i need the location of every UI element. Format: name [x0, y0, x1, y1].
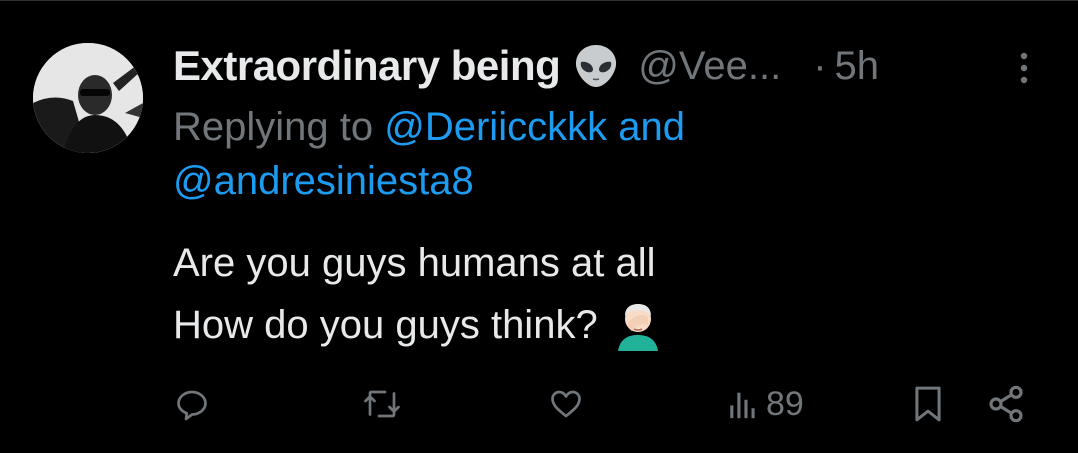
- mention-link[interactable]: @andresiniesta8: [173, 159, 474, 203]
- tweet-text-line-1: Are you guys humans at all: [173, 241, 656, 285]
- alien-emoji: [572, 42, 620, 90]
- display-name[interactable]: Extraordinary being: [173, 42, 561, 90]
- like-button[interactable]: [547, 374, 585, 434]
- retweet-icon: [364, 390, 400, 418]
- mention-and-link[interactable]: and: [618, 105, 685, 149]
- replying-to: Replying to @Deriicckkk and @andresinies…: [173, 100, 933, 208]
- man-facepalming-emoji: [612, 299, 664, 351]
- separator-dot: ·: [813, 43, 827, 88]
- user-handle[interactable]: @Vee...: [638, 44, 781, 89]
- top-divider: [0, 0, 1078, 1]
- timestamp[interactable]: 5h: [835, 44, 880, 89]
- share-button[interactable]: [986, 374, 1026, 434]
- views-icon: [730, 392, 755, 419]
- tweet-header: Extraordinary being @Vee... · 5h: [173, 40, 879, 92]
- more-options-icon[interactable]: [1011, 48, 1037, 88]
- mention-link[interactable]: @Deriicckkk: [384, 105, 607, 149]
- replying-prefix: Replying to: [173, 105, 374, 149]
- bookmark-button[interactable]: [911, 374, 945, 434]
- like-icon: [551, 390, 581, 418]
- views-count: 89: [766, 384, 804, 423]
- action-bar: 89: [0, 374, 1078, 434]
- bookmark-icon: [915, 386, 941, 422]
- tweet-text-line: Are you guys humans at all: [173, 232, 664, 294]
- avatar[interactable]: [33, 43, 143, 153]
- retweet-button[interactable]: [362, 374, 402, 434]
- reply-button[interactable]: [174, 374, 210, 434]
- reply-icon: [177, 390, 207, 421]
- share-icon: [989, 385, 1023, 423]
- views-button[interactable]: 89: [728, 374, 804, 434]
- tweet-text-line: How do you guys think?: [173, 294, 664, 356]
- tweet-text: Are you guys humans at all How do you gu…: [173, 232, 664, 356]
- tweet-text-line-2: How do you guys think?: [173, 303, 598, 347]
